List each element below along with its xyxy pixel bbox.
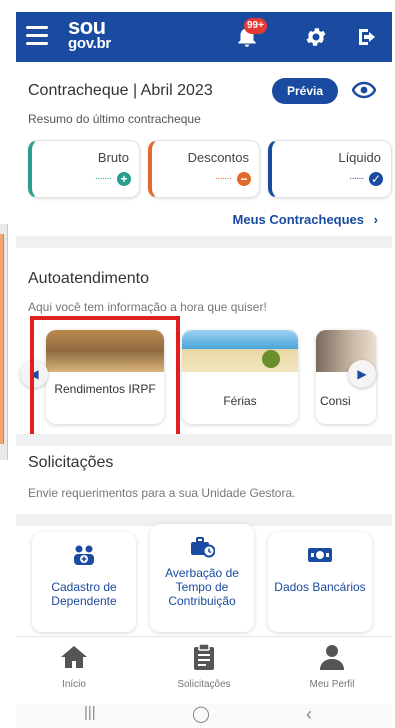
net-box[interactable]: Líquido ······ ✓ xyxy=(268,140,392,198)
deductions-masked-value: ······· xyxy=(214,173,232,184)
paycheck-summary-boxes: Bruto ······· + Descontos ······· − Líqu… xyxy=(28,140,392,198)
gross-masked-value: ······· xyxy=(94,173,112,184)
paycheck-title: Contracheque | Abril 2023 xyxy=(28,82,213,99)
nav-requests-label: Solicitações xyxy=(177,679,231,690)
home-circle-icon[interactable]: ◯ xyxy=(192,704,210,724)
highlight-box xyxy=(30,316,180,452)
left-edge-accent xyxy=(0,234,4,444)
gross-label: Bruto xyxy=(97,150,129,165)
home-icon xyxy=(61,646,87,668)
tile-label: Férias xyxy=(223,394,257,408)
card-contribution-time[interactable]: Averbação de Tempo de Contribuição xyxy=(150,524,254,632)
chevron-right-icon: › xyxy=(373,212,378,227)
deductions-box[interactable]: Descontos ······· − xyxy=(148,140,260,198)
gross-box[interactable]: Bruto ······· + xyxy=(28,140,140,198)
section-divider xyxy=(16,434,392,446)
tile-ferias[interactable]: Férias xyxy=(182,330,298,424)
eye-icon[interactable] xyxy=(352,80,376,100)
plus-icon: + xyxy=(117,172,131,186)
net-masked-value: ······ xyxy=(349,173,364,184)
net-label: Líquido xyxy=(338,150,381,165)
top-header: sou gov.br 99+ xyxy=(16,12,392,62)
self-service-subtitle: Aqui você tem informação a hora que quis… xyxy=(28,300,267,314)
nav-home-label: Início xyxy=(62,679,86,690)
card-label: Averbação de Tempo de Contribuição xyxy=(165,566,239,608)
sou-govbr-logo: sou gov.br xyxy=(68,16,111,52)
system-navigation-bar: ||| ◯ ‹ xyxy=(16,704,392,728)
nav-requests[interactable]: Solicitações xyxy=(154,643,254,690)
chevron-right-icon: ▶ xyxy=(357,367,367,381)
logout-icon[interactable] xyxy=(356,25,380,49)
left-edge-strip xyxy=(0,224,8,460)
minus-icon: − xyxy=(237,172,251,186)
gear-icon[interactable] xyxy=(304,25,328,49)
my-paychecks-link[interactable]: Meus Contracheques › xyxy=(233,212,378,227)
notification-badge: 99+ xyxy=(244,18,267,34)
recent-apps-icon[interactable]: ||| xyxy=(84,704,96,721)
check-icon: ✓ xyxy=(369,172,383,186)
back-icon[interactable]: ‹ xyxy=(306,704,312,725)
user-icon xyxy=(320,645,344,670)
requests-cards: Cadastro de Dependente Averbação de Temp… xyxy=(16,524,392,636)
carousel-next-button[interactable]: ▶ xyxy=(348,360,376,388)
requests-title: Solicitações xyxy=(28,454,114,471)
beach-image xyxy=(182,330,298,372)
paycheck-section: Contracheque | Abril 2023 Prévia Resumo … xyxy=(16,62,392,234)
paycheck-subtitle: Resumo do último contracheque xyxy=(28,112,201,126)
card-label: Cadastro de Dependente xyxy=(51,580,117,608)
card-dependent-registration[interactable]: Cadastro de Dependente xyxy=(32,532,136,632)
card-label: Dados Bancários xyxy=(274,580,366,594)
self-service-title: Autoatendimento xyxy=(28,270,149,287)
deductions-label: Descontos xyxy=(187,150,249,165)
menu-icon[interactable] xyxy=(26,26,48,46)
family-icon xyxy=(74,545,94,565)
requests-subtitle: Envie requerimentos para a sua Unidade G… xyxy=(28,486,296,500)
logo-bottom-text: gov.br xyxy=(68,35,111,52)
my-paychecks-label: Meus Contracheques xyxy=(232,212,365,227)
preview-button[interactable]: Prévia xyxy=(272,78,338,104)
requests-section: Solicitações Envie requerimentos para a … xyxy=(16,446,392,516)
clipboard-icon xyxy=(194,643,214,670)
app-screen: sou gov.br 99+ Contracheque | Abril 2023… xyxy=(0,0,395,728)
bottom-navigation: Início Solicitações Meu Perfil xyxy=(16,636,392,702)
nav-profile[interactable]: Meu Perfil xyxy=(282,643,382,690)
briefcase-clock-icon xyxy=(191,537,215,558)
nav-profile-label: Meu Perfil xyxy=(309,679,355,690)
money-icon xyxy=(308,548,332,562)
section-divider xyxy=(16,236,392,248)
card-bank-details[interactable]: Dados Bancários xyxy=(268,532,372,632)
nav-home[interactable]: Início xyxy=(24,643,124,690)
